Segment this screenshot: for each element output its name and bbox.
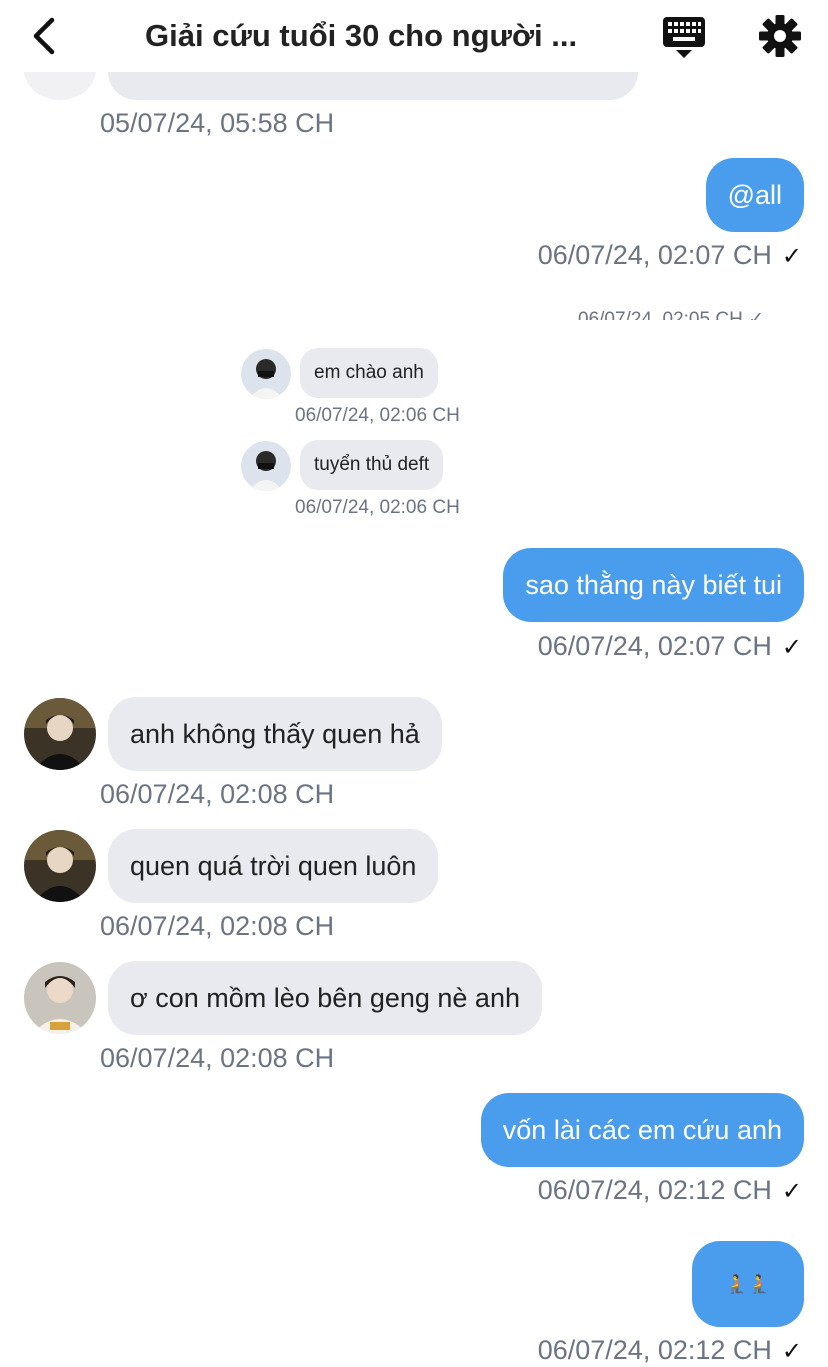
message-bubble-incoming[interactable]: ơ con mồm lèo bên geng nè anh: [108, 961, 542, 1035]
settings-button[interactable]: [756, 12, 804, 60]
message-bubble-outgoing[interactable]: 🧎🧎: [692, 1241, 804, 1327]
chat-header: Giải cứu tuổi 30 cho người ...: [0, 0, 828, 72]
avatar[interactable]: [241, 441, 291, 491]
avatar-photo: [24, 698, 96, 770]
avatar[interactable]: [24, 962, 96, 1034]
keyboard-button[interactable]: [660, 14, 708, 60]
message-timestamp: 06/07/24, 02:12 CH ✓: [537, 1335, 802, 1365]
back-button[interactable]: [26, 14, 66, 58]
chat-title: Giải cứu tuổi 30 cho người ...: [145, 18, 578, 53]
message-timestamp-partial: 06/07/24, 02:05 CH ✓: [578, 309, 764, 320]
message-timestamp: 06/07/24, 02:08 CH: [100, 911, 335, 941]
message-bubble-incoming[interactable]: tuyển thủ deft: [300, 440, 444, 490]
avatar[interactable]: [241, 349, 291, 399]
message-timestamp: 06/07/24, 02:07 CH ✓: [537, 240, 802, 270]
avatar[interactable]: [24, 830, 96, 902]
avatar-photo: [24, 830, 96, 902]
message-timestamp: 06/07/24, 02:08 CH: [100, 1043, 335, 1073]
message-timestamp: 06/07/24, 02:12 CH ✓: [537, 1175, 802, 1205]
chevron-left-icon: [33, 17, 55, 55]
message-timestamp: 06/07/24, 02:08 CH: [100, 779, 335, 809]
read-check-icon: ✓: [781, 1338, 802, 1365]
read-check-icon: ✓: [781, 1178, 802, 1205]
message-bubble-outgoing[interactable]: vốn lài các em cứu anh: [480, 1093, 804, 1167]
message-timestamp: 06/07/24, 02:06 CH: [295, 405, 460, 426]
message-bubble-outgoing[interactable]: sao thằng này biết tui: [503, 548, 804, 622]
message-bubble-incoming[interactable]: quen quá trời quen luôn: [108, 829, 439, 903]
avatar-photo: [241, 441, 291, 491]
keyboard-icon: [663, 17, 705, 58]
avatar-photo: [24, 962, 96, 1034]
message-timestamp: 06/07/24, 02:06 CH: [295, 497, 460, 518]
message-bubble-incoming[interactable]: anh không thấy quen hả: [108, 697, 442, 771]
avatar-photo: [241, 349, 291, 399]
message-bubble-incoming[interactable]: em chào anh: [300, 348, 438, 398]
message-timestamp: 06/07/24, 02:07 CH ✓: [537, 631, 802, 661]
gear-icon: [759, 15, 801, 57]
read-check-icon: ✓: [781, 243, 802, 270]
kneeling-person-emoji: 🧎🧎: [725, 1274, 771, 1294]
message-timestamp: 05/07/24, 05:58 CH: [100, 108, 335, 138]
avatar[interactable]: [24, 698, 96, 770]
message-bubble-outgoing[interactable]: @all: [705, 158, 804, 232]
read-check-icon: ✓: [781, 634, 802, 661]
